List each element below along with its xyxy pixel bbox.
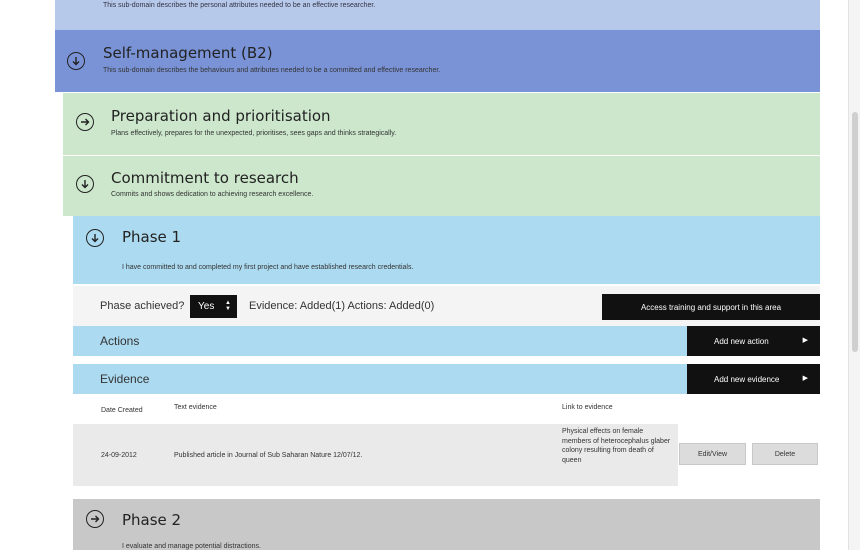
cell-link-evidence[interactable]: Physical effects on female members of he… bbox=[562, 427, 674, 465]
delete-button[interactable]: Delete bbox=[752, 443, 818, 465]
cell-date: 24-09-2012 bbox=[101, 452, 137, 459]
phase-achieved-value: Yes bbox=[198, 301, 215, 312]
column-header-date: Date Created bbox=[101, 407, 143, 414]
descriptor-preparation[interactable]: Preparation and prioritisation Plans eff… bbox=[63, 93, 820, 155]
cell-text-evidence: Published article in Journal of Sub Saha… bbox=[174, 452, 363, 459]
evidence-actions-counts: Evidence: Added(1) Actions: Added(0) bbox=[249, 300, 435, 312]
collapse-circle-down-icon[interactable] bbox=[86, 229, 104, 247]
collapse-circle-down-icon[interactable] bbox=[67, 52, 85, 70]
phase-achieved-label: Phase achieved? bbox=[100, 300, 185, 312]
phase-description: I evaluate and manage potential distract… bbox=[122, 543, 261, 550]
subdomain-description: This sub-domain describes the behaviours… bbox=[103, 67, 441, 74]
subdomain-self-management[interactable]: Self-management (B2) This sub-domain des… bbox=[55, 30, 820, 92]
actions-title: Actions bbox=[100, 334, 140, 348]
column-header-link: Link to evidence bbox=[562, 404, 613, 411]
phase-1-header[interactable]: Phase 1 I have committed to and complete… bbox=[73, 216, 820, 284]
add-new-action-button[interactable]: Add new action ▶ bbox=[687, 326, 820, 356]
access-training-button[interactable]: Access training and support in this area bbox=[602, 294, 820, 320]
add-new-evidence-button[interactable]: Add new evidence ▶ bbox=[687, 364, 820, 394]
collapse-circle-down-icon[interactable] bbox=[76, 175, 94, 193]
previous-subdomain-description: This sub-domain describes the personal a… bbox=[103, 2, 376, 9]
descriptor-description: Commits and shows dedication to achievin… bbox=[111, 191, 314, 198]
triangle-right-icon: ▶ bbox=[802, 375, 808, 382]
previous-subdomain-strip[interactable]: This sub-domain describes the personal a… bbox=[55, 0, 820, 30]
expand-circle-right-icon[interactable] bbox=[76, 113, 94, 131]
actions-bar[interactable]: Actions Add new action ▶ bbox=[73, 326, 820, 356]
phase-title: Phase 2 bbox=[122, 511, 182, 529]
evidence-table: Date Created Text evidence Link to evide… bbox=[73, 394, 820, 498]
updown-arrows-icon: ▲ ▼ bbox=[225, 300, 231, 312]
phase-title: Phase 1 bbox=[122, 228, 182, 246]
page: This sub-domain describes the personal a… bbox=[0, 0, 860, 550]
descriptor-description: Plans effectively, prepares for the unex… bbox=[111, 130, 397, 137]
phase-2-header[interactable]: Phase 2 I evaluate and manage potential … bbox=[73, 499, 820, 550]
add-new-evidence-label: Add new evidence bbox=[714, 374, 780, 384]
triangle-right-icon: ▶ bbox=[802, 337, 808, 344]
column-header-text: Text evidence bbox=[174, 404, 217, 411]
phase-achieved-select[interactable]: Yes ▲ ▼ bbox=[190, 295, 237, 318]
descriptor-commitment[interactable]: Commitment to research Commits and shows… bbox=[63, 156, 820, 216]
vertical-scrollbar[interactable] bbox=[848, 0, 860, 550]
expand-circle-right-icon[interactable] bbox=[86, 510, 104, 528]
edit-view-button[interactable]: Edit/View bbox=[679, 443, 746, 465]
phase-description: I have committed to and completed my fir… bbox=[122, 264, 414, 271]
evidence-title: Evidence bbox=[100, 372, 150, 386]
scrollbar-thumb[interactable] bbox=[852, 112, 858, 352]
descriptor-title: Commitment to research bbox=[111, 169, 299, 187]
evidence-bar[interactable]: Evidence Add new evidence ▶ bbox=[73, 364, 820, 394]
table-row: 24-09-2012 Published article in Journal … bbox=[73, 424, 678, 486]
subdomain-title: Self-management (B2) bbox=[103, 44, 273, 62]
phase-status-row: Phase achieved? Yes ▲ ▼ Evidence: Added(1… bbox=[73, 286, 820, 326]
add-new-action-label: Add new action bbox=[714, 336, 769, 346]
descriptor-title: Preparation and prioritisation bbox=[111, 107, 331, 125]
